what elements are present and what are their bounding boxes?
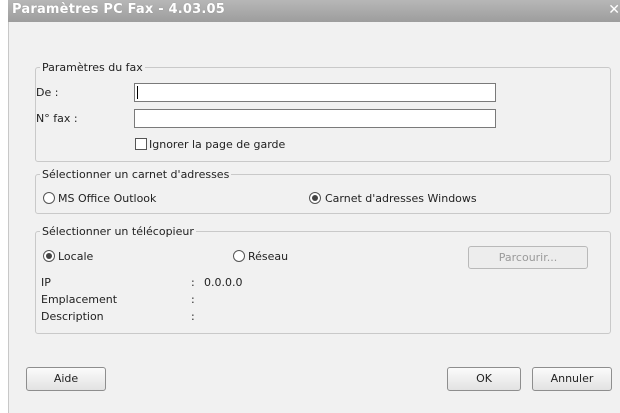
info-sep-description: : xyxy=(191,310,195,323)
info-label-description: Description xyxy=(41,310,104,323)
fax-device-legend: Sélectionner un télécopieur xyxy=(42,225,194,238)
browse-button[interactable]: Parcourir... xyxy=(468,246,588,269)
ok-button[interactable]: OK xyxy=(447,367,521,391)
ignore-cover-checkbox[interactable] xyxy=(135,138,147,150)
network-radio[interactable] xyxy=(233,250,245,262)
close-icon[interactable]: ✕ xyxy=(608,2,620,18)
address-book-group: Sélectionner un carnet d'adresses xyxy=(35,168,611,214)
cancel-button[interactable]: Annuler xyxy=(532,367,612,391)
fax-device-group: Sélectionner un télécopieur xyxy=(35,225,611,334)
text-caret xyxy=(137,86,138,99)
dialog-body: Paramètres du fax De : N° fax : Ignorer … xyxy=(8,22,620,413)
outlook-radio[interactable] xyxy=(43,192,55,204)
info-label-ip: IP xyxy=(41,276,51,289)
windows-address-book-label[interactable]: Carnet d'adresses Windows xyxy=(325,192,477,205)
network-radio-label[interactable]: Réseau xyxy=(248,250,288,263)
info-value-ip: 0.0.0.0 xyxy=(204,276,243,289)
info-label-location: Emplacement xyxy=(41,293,118,306)
ignore-cover-label[interactable]: Ignorer la page de garde xyxy=(149,138,285,151)
fax-number-field[interactable] xyxy=(134,109,496,128)
address-book-legend: Sélectionner un carnet d'adresses xyxy=(42,168,230,181)
title-bar: Paramètres PC Fax - 4.03.05 ✕ xyxy=(8,0,620,23)
from-label: De : xyxy=(36,86,59,99)
outlook-radio-label[interactable]: MS Office Outlook xyxy=(58,192,156,205)
local-radio-label[interactable]: Locale xyxy=(58,250,93,263)
help-button[interactable]: Aide xyxy=(26,367,106,391)
local-radio[interactable] xyxy=(43,250,55,262)
info-sep-ip: : xyxy=(191,276,195,289)
window-title: Paramètres PC Fax - 4.03.05 xyxy=(12,2,226,17)
info-sep-location: : xyxy=(191,293,195,306)
windows-address-book-radio[interactable] xyxy=(309,192,321,204)
from-field[interactable] xyxy=(134,83,496,102)
fax-number-label: N° fax : xyxy=(36,112,78,125)
fax-settings-legend: Paramètres du fax xyxy=(42,61,143,74)
